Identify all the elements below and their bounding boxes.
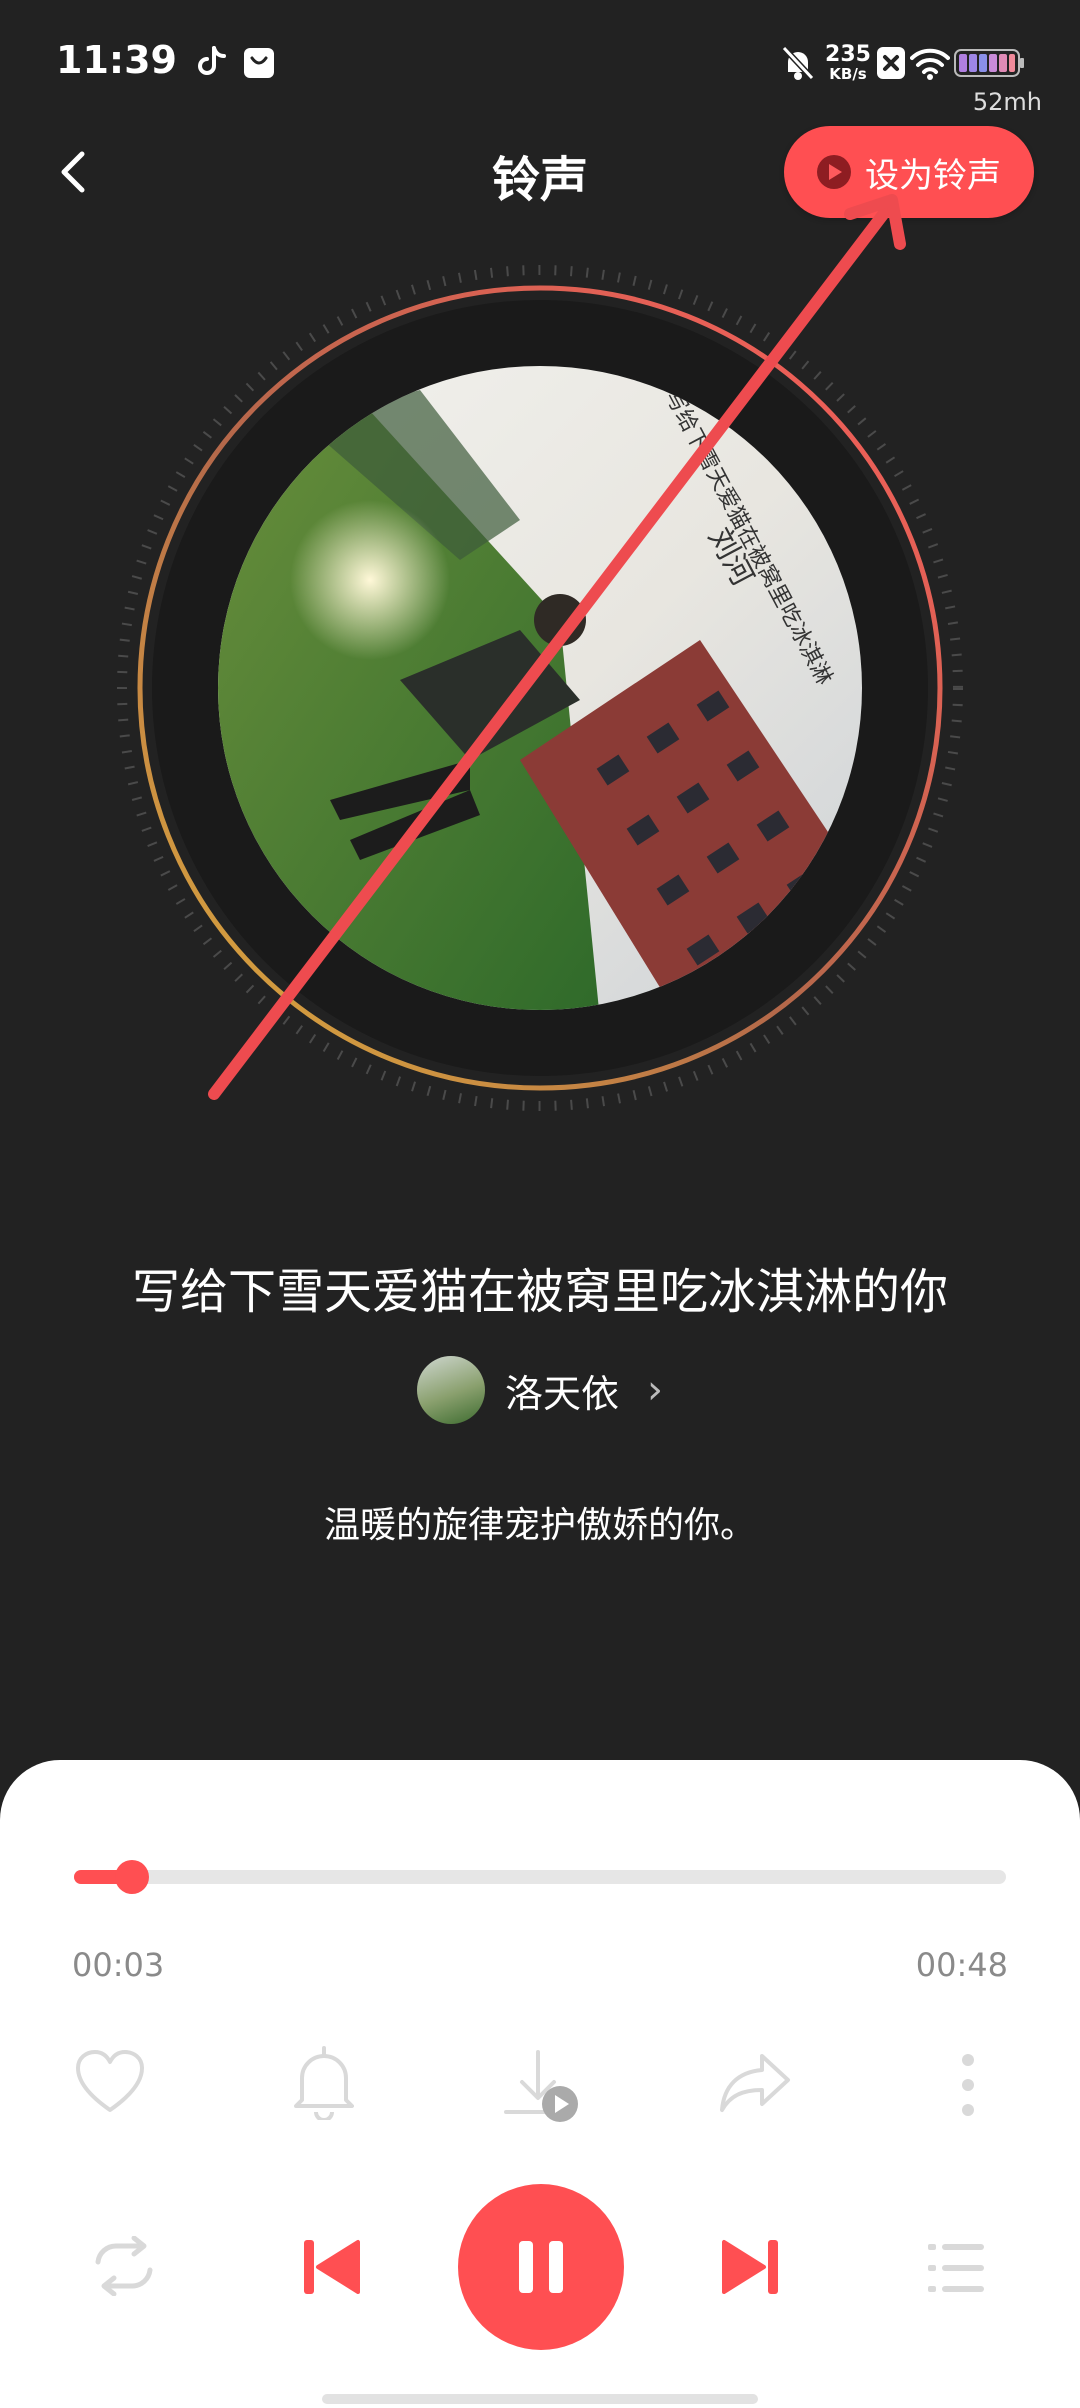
repeat-icon[interactable] [88,2236,160,2296]
song-title: 写给下雪天爱猫在被窝里吃冰淇淋的你 [131,1264,948,1320]
album-disc: 写给下雪天爱猫在被窝里吃冰淇淋 刘河 [117,194,963,1111]
home-indicator [322,2394,758,2404]
chevron-right-icon: › [647,1367,663,1413]
next-icon[interactable] [720,2238,780,2296]
progress-track[interactable] [74,1870,1006,1884]
playlist-icon[interactable] [926,2240,986,2296]
total-time: 00:48 [915,1946,1008,1984]
artist-avatar [416,1356,485,1424]
download-icon[interactable] [504,2048,584,2128]
pause-icon [519,2241,563,2293]
song-description: 温暖的旋律宠护傲娇的你。 [323,1505,756,1546]
current-time: 00:03 [72,1946,165,1984]
artist-name: 洛天依 [504,1371,619,1416]
bell-icon[interactable] [294,2044,354,2120]
more-vertical-icon[interactable] [958,2050,978,2120]
progress-thumb[interactable] [115,1860,150,1894]
share-icon[interactable] [718,2050,792,2116]
previous-icon[interactable] [302,2238,362,2296]
artist-link[interactable]: 洛天依 › [0,1356,1080,1424]
heart-icon[interactable] [74,2048,146,2118]
pause-button[interactable] [458,2184,624,2350]
